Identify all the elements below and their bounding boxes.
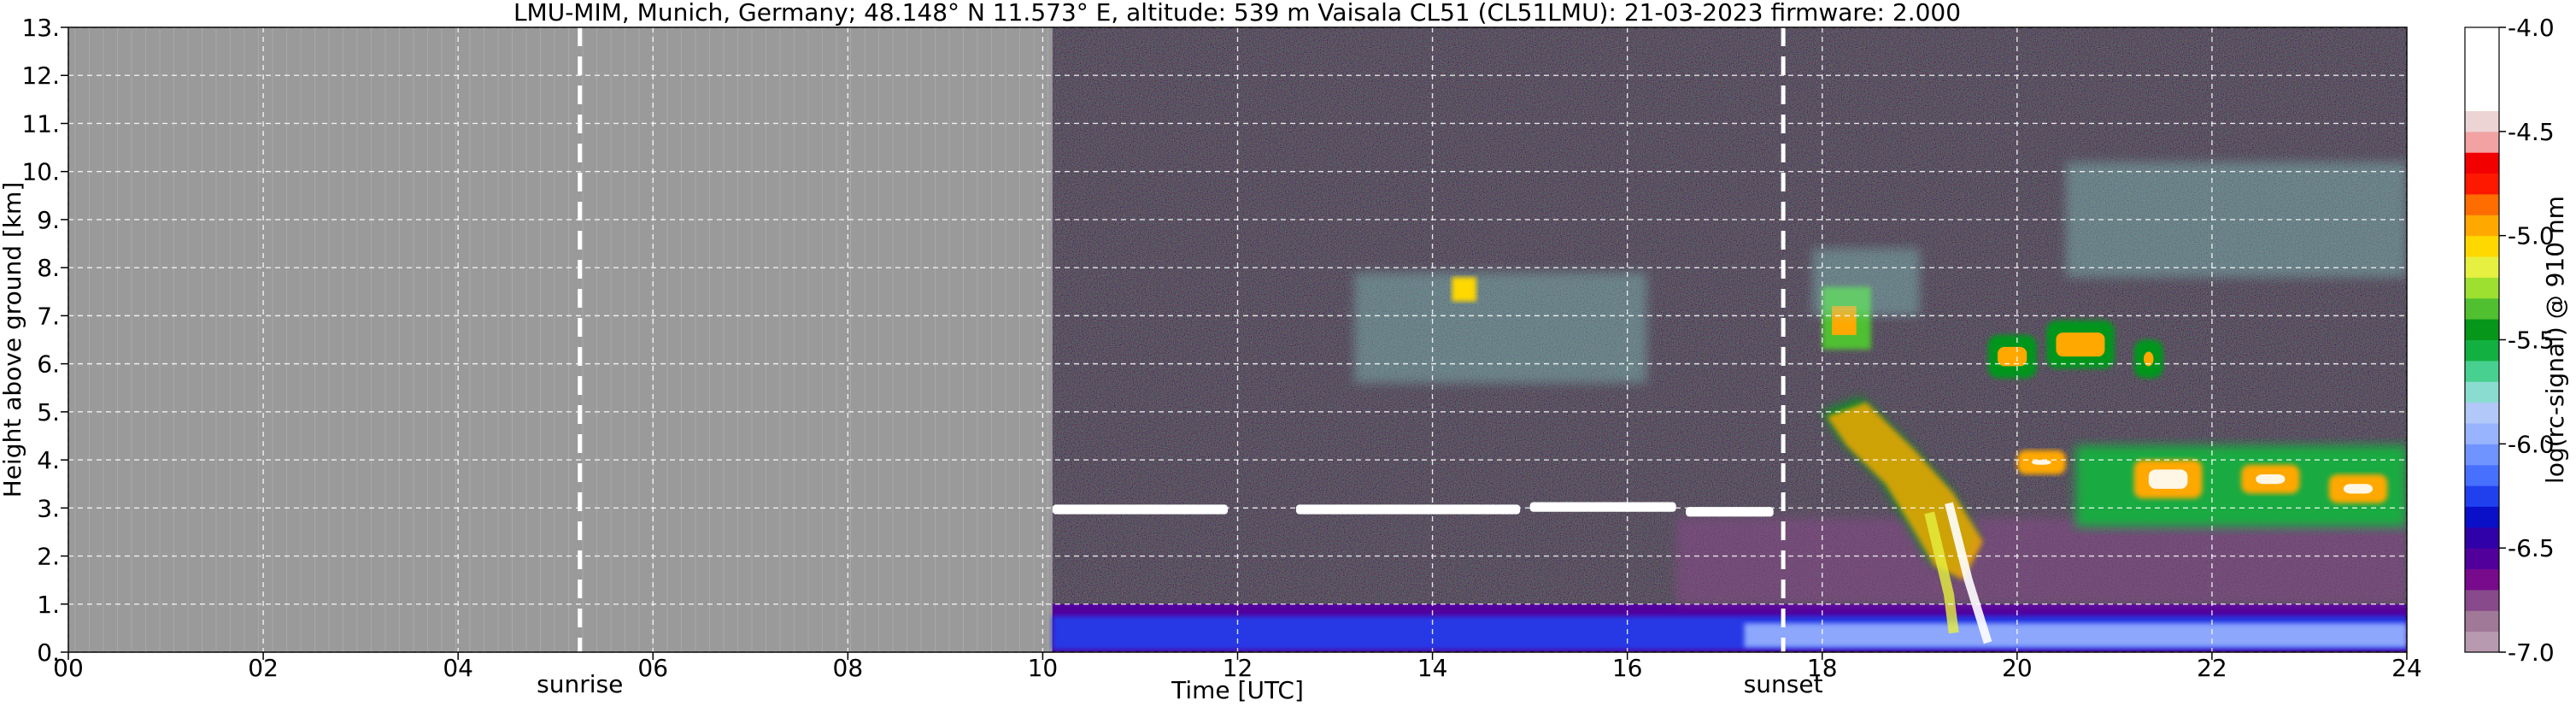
y-tick-label: 8. xyxy=(37,254,60,282)
colorbar-segment xyxy=(2465,548,2499,570)
colorbar-segment xyxy=(2465,444,2499,466)
colorbar-segment xyxy=(2465,568,2499,591)
x-tick-label: 22 xyxy=(2197,654,2227,682)
y-tick-label: 9. xyxy=(37,206,60,234)
colorbar-segment xyxy=(2465,215,2499,237)
y-tick-label: 7. xyxy=(37,302,60,330)
colorbar-segment xyxy=(2465,277,2499,299)
x-tick-label: 02 xyxy=(248,654,279,682)
colorbar-segment xyxy=(2465,256,2499,278)
x-tick-label: 24 xyxy=(2391,654,2422,682)
colorbar-segment xyxy=(2465,402,2499,424)
colorbar-segment xyxy=(2465,235,2499,257)
cloud-core-peak xyxy=(2343,484,2374,494)
colorbar-segment xyxy=(2465,381,2499,403)
y-tick-label: 10. xyxy=(21,158,60,186)
faint-cirrus xyxy=(1812,248,1920,316)
colorbar-segment xyxy=(2465,110,2499,132)
colorbar xyxy=(2464,26,2500,653)
colorbar-segment xyxy=(2465,152,2499,174)
y-tick-label: 12. xyxy=(21,62,60,90)
cloud-core-peak xyxy=(2148,469,2188,489)
y-tick-label: 11. xyxy=(21,109,60,138)
colorbar-segment xyxy=(2465,506,2499,528)
x-tick-label: 10 xyxy=(1028,654,1059,682)
colorbar-segment xyxy=(2465,527,2499,549)
colorbar-segment xyxy=(2465,27,2499,49)
y-tick-label: 5. xyxy=(37,398,60,427)
cloud-layer-segment xyxy=(1295,504,1521,515)
x-axis-label: Time [UTC] xyxy=(1171,676,1304,704)
surface-aerosol-evening xyxy=(1744,623,2407,648)
plot-area xyxy=(68,27,2407,652)
chart-title: LMU-MIM, Munich, Germany; 48.148° N 11.5… xyxy=(513,0,1961,26)
colorbar-segment xyxy=(2465,90,2499,111)
y-tick-label: 6. xyxy=(37,350,60,379)
x-tick-label: 06 xyxy=(637,654,668,682)
colorbar-segment xyxy=(2465,48,2499,70)
colorbar-segment xyxy=(2465,68,2499,91)
colorbar-segment xyxy=(2465,339,2499,362)
colorbar-tick-label: -4.0 xyxy=(2508,14,2555,42)
y-tick-label: 3. xyxy=(37,494,60,522)
y-tick-label: 1. xyxy=(37,591,60,619)
y-axis-label: Height above ground [km] xyxy=(0,182,26,498)
cloud-core-peak xyxy=(2031,460,2051,465)
x-tick-label: 08 xyxy=(833,654,864,682)
colorbar-tick-label: -7.0 xyxy=(2508,638,2555,667)
y-tick-label: 2. xyxy=(37,543,60,571)
y-axis-ticks: 0. 1. 2. 3. 4. 5. 6. 7. 8. 9. 10. 11. 12. 13. xyxy=(21,14,68,667)
x-tick-label: 20 xyxy=(2002,654,2033,682)
colorbar-segment xyxy=(2465,131,2499,153)
colorbar-segment xyxy=(2465,631,2499,653)
isolated-echo xyxy=(1452,277,1476,302)
colorbar-segment xyxy=(2465,610,2499,632)
cloud-patch-core xyxy=(1998,346,2027,367)
cloud-core-peak xyxy=(2256,474,2286,485)
cloud-patch-core xyxy=(2056,332,2105,357)
sunrise-label: sunrise xyxy=(537,670,623,698)
colorbar-segment xyxy=(2465,485,2499,507)
y-tick-label: 13. xyxy=(21,14,60,42)
colorbar-segment xyxy=(2465,422,2499,444)
colorbar-segment xyxy=(2465,319,2499,340)
colorbar-segment xyxy=(2465,589,2499,611)
colorbar-segment xyxy=(2465,173,2499,195)
x-tick-label: 04 xyxy=(443,654,473,682)
colorbar-label: log(rc-signal) @ 910 nm xyxy=(2541,196,2569,484)
ceilometer-figure: LMU-MIM, Munich, Germany; 48.148° N 11.5… xyxy=(0,0,2569,704)
faint-cirrus xyxy=(1354,272,1647,384)
colorbar-segment xyxy=(2465,464,2499,486)
colorbar-segment xyxy=(2465,193,2499,215)
colorbar-tick-label: -6.5 xyxy=(2508,534,2555,562)
colorbar-segment xyxy=(2465,360,2499,382)
y-tick-label: 0. xyxy=(37,638,60,667)
sunset-label: sunset xyxy=(1744,670,1823,698)
x-tick-label: 14 xyxy=(1417,654,1448,682)
colorbar-tick-label: -4.5 xyxy=(2508,118,2555,146)
colorbar-segment xyxy=(2465,297,2499,320)
y-tick-label: 4. xyxy=(37,446,60,474)
cloud-layer-segment xyxy=(1052,504,1229,515)
cloud-layer-segment xyxy=(1529,502,1676,512)
x-tick-label: 16 xyxy=(1612,654,1643,682)
residual-layer-haze xyxy=(1675,517,2407,604)
